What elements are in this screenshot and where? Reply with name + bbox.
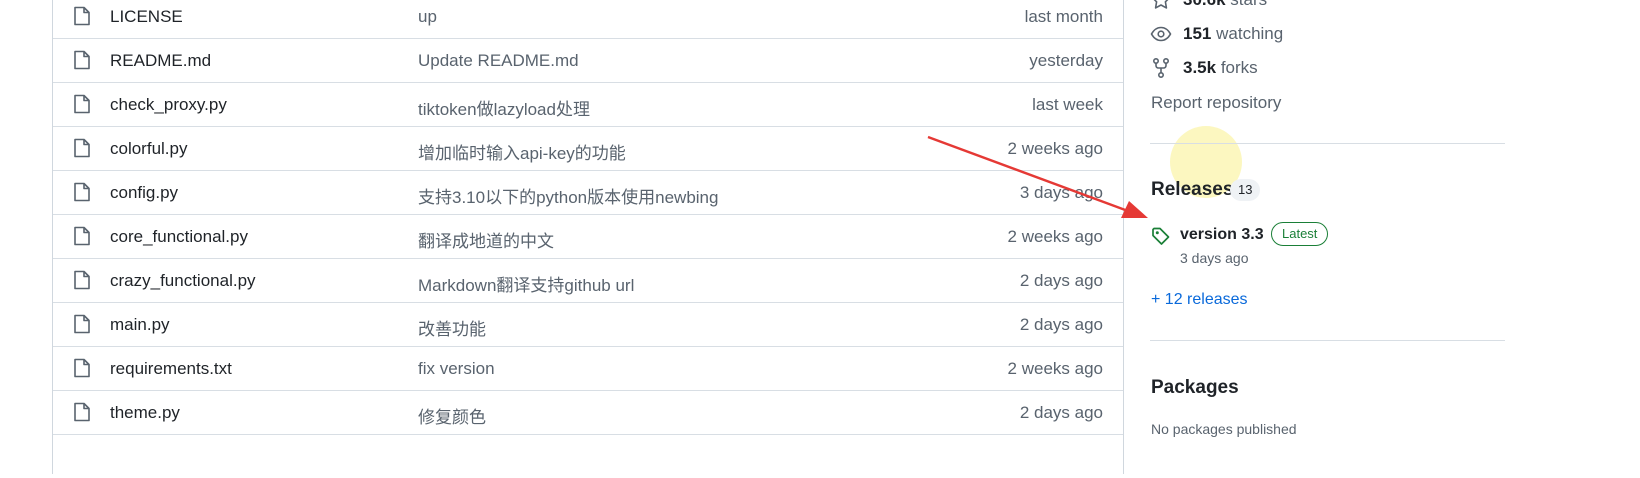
file-name-link[interactable]: requirements.txt (110, 359, 232, 379)
commit-date: last month (1024, 7, 1103, 26)
releases-count-badge: 13 (1230, 179, 1261, 201)
file-name-link[interactable]: theme.py (110, 403, 180, 423)
packages-heading[interactable]: Packages (1151, 377, 1239, 399)
table-row[interactable]: requirements.txt fix version 2 weeks ago (53, 346, 1123, 390)
commit-message-link[interactable]: Update README.md (418, 51, 579, 71)
releases-heading[interactable]: Releases (1151, 179, 1233, 201)
release-date: 3 days ago (1180, 250, 1249, 266)
commit-date: 2 days ago (1019, 403, 1103, 422)
sidebar-divider (1150, 143, 1505, 144)
commit-message-link[interactable]: 增加临时输入api-key的功能 (418, 139, 626, 164)
table-row[interactable]: core_functional.py 翻译成地道的中文 2 weeks ago (53, 214, 1123, 258)
release-name-link[interactable]: version 3.3 (1180, 226, 1264, 244)
table-row[interactable]: check_proxy.py tiktoken做lazyload处理 last … (53, 82, 1123, 126)
file-name-link[interactable]: crazy_functional.py (110, 271, 256, 291)
commit-message-link[interactable]: 修复颜色 (418, 403, 486, 428)
watching-label: watching (1216, 24, 1284, 43)
forks-count: 3.5k (1183, 58, 1217, 77)
more-releases-link[interactable]: + 12 releases (1151, 291, 1248, 309)
forks-label: forks (1220, 58, 1258, 77)
commit-date: 2 days ago (1019, 315, 1103, 334)
file-name-link[interactable]: colorful.py (110, 139, 187, 159)
commit-date: 3 days ago (1019, 183, 1103, 202)
file-icon (74, 50, 90, 70)
file-name-link[interactable]: core_functional.py (110, 227, 248, 247)
file-icon (74, 270, 90, 290)
arrow-head (1121, 201, 1148, 218)
file-name-link[interactable]: main.py (110, 315, 170, 335)
table-row[interactable]: README.md Update README.md yesterday (53, 38, 1123, 82)
report-repository-link[interactable]: Report repository (1151, 93, 1281, 113)
table-row[interactable]: theme.py 修复颜色 2 days ago (53, 390, 1123, 434)
file-icon (74, 226, 90, 246)
commit-date: 2 weeks ago (1007, 227, 1103, 246)
no-packages-text: No packages published (1151, 421, 1297, 437)
file-icon (74, 402, 90, 422)
commit-message-link[interactable]: fix version (418, 359, 495, 379)
latest-badge: Latest (1271, 222, 1329, 246)
file-name-link[interactable]: check_proxy.py (110, 95, 227, 115)
commit-date: 2 days ago (1019, 271, 1103, 290)
file-icon (74, 314, 90, 334)
commit-date: last week (1032, 95, 1103, 114)
commit-message-link[interactable]: tiktoken做lazyload处理 (418, 95, 590, 120)
stars-count: 30.6k (1183, 0, 1226, 9)
file-name-link[interactable]: config.py (110, 183, 178, 203)
fork-icon (1152, 57, 1170, 79)
watching-count: 151 (1183, 24, 1212, 43)
file-icon (74, 6, 90, 26)
table-row[interactable]: config.py 支持3.10以下的python版本使用newbing 3 d… (53, 170, 1123, 214)
commit-date: 2 weeks ago (1007, 359, 1103, 378)
commit-message-link[interactable]: 改善功能 (418, 315, 486, 340)
table-row[interactable]: colorful.py 增加临时输入api-key的功能 2 weeks ago (53, 126, 1123, 170)
table-row[interactable]: LICENSE up last month (53, 0, 1123, 38)
commit-message-link[interactable]: Markdown翻译支持github url (418, 271, 634, 296)
table-row[interactable]: crazy_functional.py Markdown翻译支持github u… (53, 258, 1123, 302)
tag-icon (1152, 227, 1170, 245)
file-icon (74, 94, 90, 114)
file-icon (74, 358, 90, 378)
file-table: LICENSE up last month README.md Update R… (52, 0, 1124, 474)
file-icon (74, 182, 90, 202)
file-name-link[interactable]: LICENSE (110, 7, 183, 27)
commit-message-link[interactable]: 支持3.10以下的python版本使用newbing (418, 183, 718, 208)
repo-sidebar: 30.6k stars 151 watching 3.5k forks Repo… (1150, 0, 1510, 461)
eye-icon (1150, 26, 1172, 42)
table-row (53, 434, 1123, 478)
file-icon (74, 138, 90, 158)
commit-message-link[interactable]: up (418, 7, 437, 27)
file-name-link[interactable]: README.md (110, 51, 211, 71)
table-row[interactable]: main.py 改善功能 2 days ago (53, 302, 1123, 346)
commit-date: 2 weeks ago (1007, 139, 1103, 158)
commit-message-link[interactable]: 翻译成地道的中文 (418, 227, 554, 252)
commit-date: yesterday (1029, 51, 1103, 70)
star-icon (1153, 0, 1169, 9)
stars-label: stars (1230, 0, 1267, 9)
sidebar-divider (1150, 340, 1505, 341)
